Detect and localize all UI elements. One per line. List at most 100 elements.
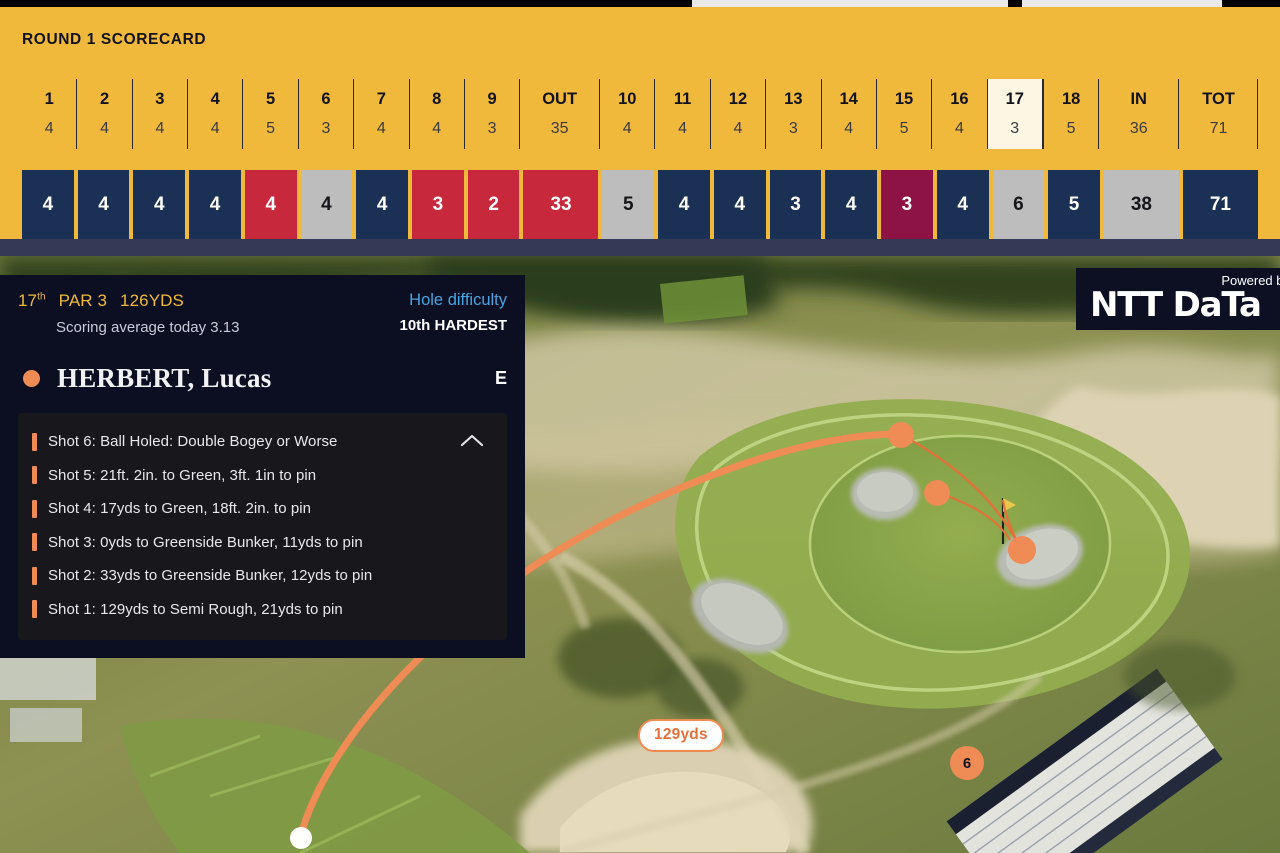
score-cell-11[interactable]: 4 (658, 170, 710, 239)
hole-label: 2 (99, 89, 110, 108)
hole-par-value: 4 (376, 120, 386, 138)
player-row[interactable]: HERBERT, Lucas E (18, 353, 507, 403)
par-cell-13[interactable]: 13 3 (765, 79, 820, 149)
par-cell-11[interactable]: 11 4 (654, 79, 709, 149)
hole-par-value: 3 (1010, 120, 1020, 138)
shot-marker-bunker[interactable] (924, 480, 950, 506)
shot-bullet-icon (32, 466, 37, 485)
score-cell-10[interactable]: 5 (602, 170, 655, 239)
par-cell-8[interactable]: 84 (408, 79, 464, 149)
hole-par-value: 4 (155, 120, 165, 138)
shot-description: Shot 4: 17yds to Green, 18ft. 2in. to pi… (48, 500, 312, 518)
player-total-score: E (494, 367, 507, 388)
hole-difficulty-value: 10th HARDEST (399, 317, 507, 334)
par-cell-2[interactable]: 24 (76, 79, 131, 149)
par-cell-16[interactable]: 16 4 (931, 79, 986, 149)
hole-par-value: 4 (210, 120, 220, 138)
score-cell-8[interactable]: 3 (412, 170, 464, 239)
score-cell-tot[interactable]: 71 (1182, 170, 1258, 239)
score-cell-2[interactable]: 4 (77, 170, 130, 239)
hole-label: 13 (784, 89, 803, 108)
score-cell-in[interactable]: 38 (1103, 170, 1179, 239)
par-cell-10[interactable]: 10 4 (599, 79, 654, 149)
hole-par-value: 5 (899, 120, 909, 138)
score-cell-12[interactable]: 4 (713, 170, 766, 239)
score-cell-7[interactable]: 4 (356, 170, 409, 239)
hole-label: 15 (894, 89, 914, 108)
shot-marker-greenside[interactable] (1008, 536, 1036, 564)
par-cell-12[interactable]: 12 4 (709, 79, 765, 149)
par-cell-9[interactable]: 93 (463, 79, 519, 149)
par-cell-17[interactable]: 17 3 (986, 79, 1043, 149)
hole-label: OUT (542, 89, 578, 108)
shot-bullet-icon (32, 499, 37, 518)
score-cell-1[interactable]: 4 (22, 170, 74, 239)
player-color-dot-icon (23, 369, 40, 387)
shot-description: Shot 6: Ball Holed: Double Bogey or Wors… (48, 433, 338, 451)
par-cell-1[interactable]: 14 (22, 79, 76, 149)
hole-par-value: 5 (266, 120, 276, 138)
hole-ordinal-suffix: th (37, 291, 46, 303)
hole-par-value: 4 (844, 120, 854, 138)
par-cell-14[interactable]: 14 4 (820, 79, 876, 149)
hole-par-value: 35 (550, 120, 569, 138)
par-cell-15[interactable]: 15 5 (875, 79, 931, 149)
score-cell-5[interactable]: 4 (244, 170, 297, 239)
shot-list-item[interactable]: Shot 4: 17yds to Green, 18ft. 2in. to pi… (32, 492, 493, 526)
hole-par-value: 3 (321, 120, 331, 138)
tee-position-dot[interactable] (290, 827, 312, 849)
par-cell-18[interactable]: 18 5 (1042, 79, 1098, 149)
score-cell-3[interactable]: 4 (133, 170, 186, 239)
par-cell-4[interactable]: 44 (187, 79, 242, 149)
hole-par-value: 3 (788, 120, 798, 138)
hole-par-value: 4 (622, 120, 632, 138)
score-cell-16[interactable]: 4 (936, 170, 989, 239)
hole-label: TOT (1202, 89, 1235, 108)
round-scorecard: ROUND 1 SCORECARD 1 4 2 4 3 4 4 4 5 5 6 3 7 4 8 4 9 3 OUT 3… (0, 7, 1280, 239)
hole-label: 17 (1005, 89, 1024, 108)
shot-bullet-icon (32, 566, 37, 585)
hole-label: 1 (44, 89, 54, 108)
par-header-row: 1 4 2 4 3 4 4 4 5 5 6 3 7 4 8 4 9 3 OUT 35 10 4 11 4 12 4 13 3 14 4 15… (22, 79, 1258, 149)
shot-list-item[interactable]: Shot 1: 129yds to Semi Rough, 21yds to p… (32, 593, 493, 627)
par-cell-7[interactable]: 74 (353, 79, 408, 149)
shot-description: Shot 1: 129yds to Semi Rough, 21yds to p… (48, 600, 343, 618)
hole-label: 16 (950, 89, 969, 108)
hole-par-value: 4 (733, 120, 743, 138)
score-cell-6[interactable]: 4 (300, 170, 353, 239)
par-cell-6[interactable]: 63 (297, 79, 353, 149)
hole-par-value: 5 (1066, 120, 1076, 138)
hole-distance: 126YDS (120, 291, 184, 310)
hole-info-panel: 17th PAR 3 126YDS Scoring average today 3.… (0, 275, 525, 658)
shot-marker-number[interactable]: 6 (950, 746, 984, 780)
hole-par-value: 4 (100, 120, 109, 138)
top-cutoff-strip (0, 0, 1280, 7)
shot-list-item[interactable]: Shot 2: 33yds to Greenside Bunker, 12yds… (32, 559, 493, 593)
score-cell-4[interactable]: 4 (189, 170, 241, 239)
chevron-up-icon[interactable] (457, 427, 487, 453)
score-cell-15[interactable]: 3 (881, 170, 933, 239)
hole-par-value: 36 (1129, 120, 1148, 138)
scorecard-shot-tracker-screen: ROUND 1 SCORECARD 1 4 2 4 3 4 4 4 5 5 6 3 7 4 8 4 9 3 OUT 3… (0, 0, 1280, 853)
hole-par-value: 3 (487, 120, 497, 138)
score-cell-9[interactable]: 2 (467, 170, 520, 239)
score-cell-18[interactable]: 5 (1048, 170, 1100, 239)
score-cell-13[interactable]: 3 (769, 170, 822, 239)
shot-list: Shot 6: Ball Holed: Double Bogey or Wors… (18, 413, 507, 640)
shot-marker-landing[interactable] (888, 422, 914, 448)
par-cell-5[interactable]: 55 (242, 79, 297, 149)
score-cell-17[interactable]: 6 (992, 170, 1045, 239)
hole-label: 12 (728, 89, 748, 108)
hole-par-value: 4 (432, 120, 442, 138)
score-cell-14[interactable]: 4 (825, 170, 878, 239)
shot-list-item[interactable]: Shot 3: 0yds to Greenside Bunker, 11yds … (32, 526, 493, 560)
par-cell-3[interactable]: 34 (131, 79, 187, 149)
shot-list-item[interactable]: Shot 5: 21ft. 2in. to Green, 3ft. 1in to… (32, 459, 493, 493)
par-cell-out[interactable]: OUT 35 (519, 79, 599, 149)
par-cell-tot[interactable]: TOT 71 (1178, 79, 1258, 149)
shot-description: Shot 5: 21ft. 2in. to Green, 3ft. 1in to… (48, 466, 317, 484)
score-cell-out[interactable]: 33 (523, 170, 599, 239)
shot-bullet-icon (32, 533, 37, 552)
par-cell-in[interactable]: IN 36 (1098, 79, 1178, 149)
shot-list-item[interactable]: Shot 6: Ball Holed: Double Bogey or Wors… (32, 425, 493, 459)
